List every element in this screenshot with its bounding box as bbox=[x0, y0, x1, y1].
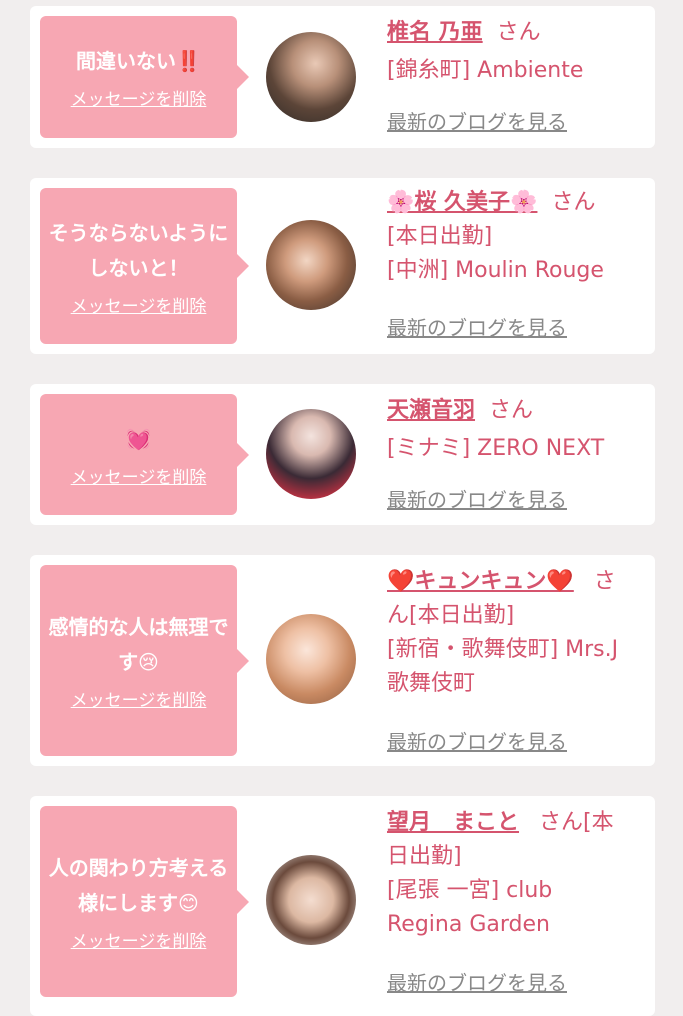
delete-message-link[interactable]: メッセージを削除 bbox=[71, 85, 207, 110]
cast-name-link[interactable]: 椎名 乃亜 bbox=[387, 20, 483, 45]
delete-message-link[interactable]: メッセージを削除 bbox=[71, 463, 207, 488]
message-text: 感情的な人は無理です😢 bbox=[48, 615, 229, 674]
cast-info: 🌸桜 久美子🌸 さん [本日出勤] [中洲] Moulin Rouge bbox=[387, 186, 647, 288]
shop-line: 歌舞伎町 bbox=[387, 671, 476, 696]
shop-line: [新宿・歌舞伎町] Mrs.J bbox=[387, 637, 619, 662]
name-line: 望月 まこと さん[本 bbox=[387, 806, 647, 840]
message-text: 人の関わり方考える様にします😊 bbox=[48, 856, 229, 915]
delete-message-link[interactable]: メッセージを削除 bbox=[71, 292, 207, 317]
message-bubble: 感情的な人は無理です😢 メッセージを削除 bbox=[40, 565, 249, 756]
message-text: そうならないようにしないと！ bbox=[48, 220, 229, 280]
avatar[interactable] bbox=[266, 614, 356, 704]
message-card: そうならないようにしないと！ メッセージを削除 🌸桜 久美子🌸 さん [本日出勤]… bbox=[30, 178, 655, 354]
avatar[interactable] bbox=[266, 220, 356, 310]
shop-line: 日出勤] bbox=[387, 844, 462, 869]
name-line: 🌸桜 久美子🌸 さん bbox=[387, 186, 647, 220]
shop-line: ん[本日出勤] bbox=[387, 603, 515, 628]
shop-line: [尾張 一宮] club bbox=[387, 878, 553, 903]
latest-blog-link[interactable]: 最新のブログを見る bbox=[387, 967, 567, 996]
honorific: さん bbox=[551, 190, 596, 215]
name-line: 椎名 乃亜 さん bbox=[387, 16, 647, 50]
honorific: さん bbox=[496, 20, 541, 45]
cast-name-link[interactable]: ❤️キュンキュン❤️ bbox=[387, 569, 574, 594]
message-card: 感情的な人は無理です😢 メッセージを削除 ❤️キュンキュン❤️ さ ん[本日出勤]… bbox=[30, 555, 655, 766]
latest-blog-link[interactable]: 最新のブログを見る bbox=[387, 312, 567, 341]
message-bubble: そうならないようにしないと！ メッセージを削除 bbox=[40, 188, 249, 344]
delete-message-link[interactable]: メッセージを削除 bbox=[71, 927, 207, 952]
cast-name-link[interactable]: 天瀬音羽 bbox=[387, 398, 475, 423]
message-card: 人の関わり方考える様にします😊 メッセージを削除 望月 まこと さん[本 日出勤]… bbox=[30, 796, 655, 1016]
shop-line: [中洲] Moulin Rouge bbox=[387, 258, 604, 283]
cast-info: 椎名 乃亜 さん [錦糸町] Ambiente bbox=[387, 16, 647, 88]
shop-line: [本日出勤] bbox=[387, 224, 493, 249]
honorific: さ bbox=[593, 569, 616, 594]
honorific: さん[本 bbox=[539, 810, 614, 835]
latest-blog-link[interactable]: 最新のブログを見る bbox=[387, 106, 567, 135]
delete-message-link[interactable]: メッセージを削除 bbox=[71, 686, 207, 711]
avatar[interactable] bbox=[266, 409, 356, 499]
cast-name-link[interactable]: 望月 まこと bbox=[387, 810, 519, 835]
message-card: 💓 メッセージを削除 天瀬音羽 さん [ミナミ] ZERO NEXT 最新のブログ… bbox=[30, 384, 655, 525]
cast-info: ❤️キュンキュン❤️ さ ん[本日出勤] [新宿・歌舞伎町] Mrs.J 歌舞伎町 bbox=[387, 565, 647, 701]
avatar[interactable] bbox=[266, 32, 356, 122]
latest-blog-link[interactable]: 最新のブログを見る bbox=[387, 726, 567, 755]
latest-blog-link[interactable]: 最新のブログを見る bbox=[387, 484, 567, 513]
shop-line: [錦糸町] Ambiente bbox=[387, 58, 584, 83]
cast-name-link[interactable]: 🌸桜 久美子🌸 bbox=[387, 190, 537, 215]
cast-info: 望月 まこと さん[本 日出勤] [尾張 一宮] club Regina Gard… bbox=[387, 806, 647, 942]
avatar[interactable] bbox=[266, 855, 356, 945]
message-card: 間違いない‼️ メッセージを削除 椎名 乃亜 さん [錦糸町] Ambiente … bbox=[30, 6, 655, 148]
name-line: 天瀬音羽 さん bbox=[387, 394, 647, 428]
message-text: 💓 bbox=[126, 426, 151, 451]
message-text: 間違いない‼️ bbox=[76, 49, 201, 73]
cast-info: 天瀬音羽 さん [ミナミ] ZERO NEXT bbox=[387, 394, 647, 466]
message-bubble: 💓 メッセージを削除 bbox=[40, 394, 249, 515]
message-bubble: 間違いない‼️ メッセージを削除 bbox=[40, 16, 249, 138]
name-line: ❤️キュンキュン❤️ さ bbox=[387, 565, 647, 599]
honorific: さん bbox=[489, 398, 534, 423]
message-bubble: 人の関わり方考える様にします😊 メッセージを削除 bbox=[40, 806, 249, 997]
shop-line: Regina Garden bbox=[387, 912, 550, 937]
shop-line: [ミナミ] ZERO NEXT bbox=[387, 436, 605, 461]
